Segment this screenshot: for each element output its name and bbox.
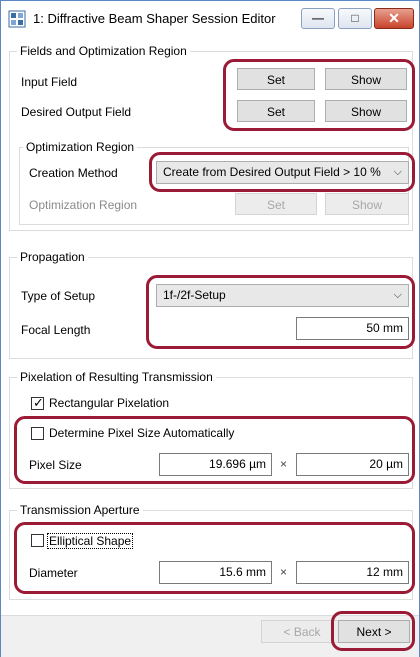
minimize-button[interactable]: — [301,8,335,29]
optimization-region-show-button[interactable]: Show [325,193,409,215]
propagation-group-title: Propagation [17,250,88,264]
type-of-setup-label: Type of Setup [21,289,96,303]
minimize-icon: — [312,11,324,25]
fields-group-title: Fields and Optimization Region [17,44,190,58]
close-icon: ✕ [388,10,400,26]
rectangular-pixelation-checkbox[interactable]: ✓ [31,395,44,410]
aperture-group-title: Transmission Aperture [17,503,143,517]
highlight-aperture [14,522,415,594]
maximize-icon: □ [351,11,359,25]
highlight-pixel-size [14,416,415,484]
close-button[interactable]: ✕ [374,8,414,29]
creation-method-label: Creation Method [29,166,118,180]
maximize-button[interactable]: □ [338,8,372,29]
title-bar[interactable]: 1: Diffractive Beam Shaper Session Edito… [1,1,419,37]
session-editor-icon [8,10,26,28]
checkmark-icon: ✓ [33,395,44,410]
pixelation-group-title: Pixelation of Resulting Transmission [17,370,216,384]
optimization-region-set-button[interactable]: Set [235,193,317,215]
session-editor-window: 1: Diffractive Beam Shaper Session Edito… [0,0,420,657]
highlight-propagation [146,275,415,349]
highlight-next [331,611,415,651]
optimization-region-label: Optimization Region [29,198,138,212]
window-title: 1: Diffractive Beam Shaper Session Edito… [33,11,276,26]
focal-length-label: Focal Length [21,323,91,337]
highlight-creation-method [149,152,415,192]
footer-bar: < Back Next > [1,611,419,657]
desired-output-field-label: Desired Output Field [21,105,132,119]
input-field-label: Input Field [21,75,78,89]
highlight-field-buttons [223,59,415,131]
optimization-region-group-title: Optimization Region [23,140,138,154]
rectangular-pixelation-label[interactable]: Rectangular Pixelation [49,396,169,410]
